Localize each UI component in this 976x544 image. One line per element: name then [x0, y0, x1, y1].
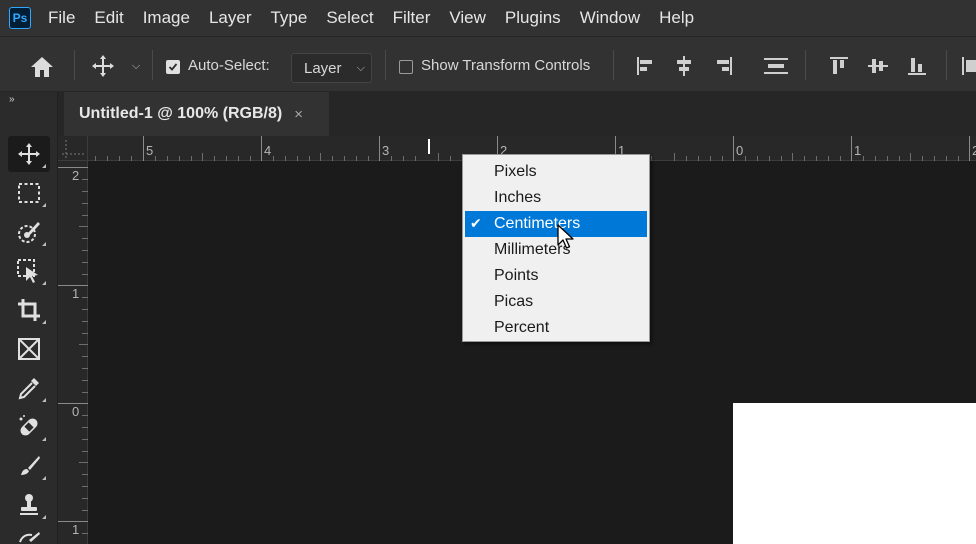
quick-selection-brush-icon [18, 222, 40, 243]
menu-item-pixels[interactable]: Pixels [465, 159, 647, 185]
align-vertical-centers-icon[interactable] [867, 54, 889, 78]
rectangular-marquee-icon [18, 183, 40, 203]
align-more-icon[interactable] [958, 54, 976, 78]
frame-tool[interactable] [8, 331, 50, 367]
ruler-label: 0 [72, 404, 80, 419]
eyedropper-tool[interactable] [8, 370, 50, 406]
clone-stamp-tool[interactable] [8, 487, 50, 523]
divider [385, 50, 386, 80]
align-right-edges-icon[interactable] [712, 54, 734, 78]
object-selection-tool[interactable] [8, 253, 50, 289]
distribute-vertical-icon[interactable] [763, 54, 789, 78]
menu-filter[interactable]: Filter [393, 8, 431, 28]
marquee-tool[interactable] [8, 175, 50, 211]
menu-bar: Ps File Edit Image Layer Type Select Fil… [0, 0, 976, 36]
divider [946, 50, 947, 80]
bandage-icon [19, 415, 38, 436]
crop-icon [18, 299, 40, 321]
divider [74, 50, 75, 80]
brush-tool[interactable] [8, 448, 50, 484]
align-top-edges-icon[interactable] [828, 54, 850, 78]
align-left-edges-icon[interactable] [635, 54, 657, 78]
mouse-pointer-icon [557, 224, 574, 249]
document-canvas[interactable] [733, 403, 976, 544]
menu-edit[interactable]: Edit [94, 8, 123, 28]
crop-tool[interactable] [8, 292, 50, 328]
menu-item-centimeters[interactable]: ✔ Centimeters [465, 211, 647, 237]
auto-select-target-dropdown[interactable]: Layer ⌵ [291, 53, 372, 83]
menu-item-inches[interactable]: Inches [465, 185, 647, 211]
move-tool[interactable] [8, 136, 50, 172]
auto-select-checkbox[interactable] [165, 59, 181, 75]
auto-select-label: Auto-Select: [188, 57, 270, 74]
close-icon[interactable]: × [294, 106, 303, 123]
chevron-down-icon: ⌵ [356, 62, 365, 74]
ruler-label: 2 [972, 143, 976, 158]
ruler-label: 1 [854, 143, 862, 158]
menu-layer[interactable]: Layer [209, 8, 252, 28]
ruler-label: 5 [146, 143, 154, 158]
move-icon [18, 143, 40, 165]
document-tab[interactable]: Untitled-1 @ 100% (RGB/8) × [64, 92, 329, 136]
checkmark-icon: ✔ [470, 215, 482, 231]
document-tab-title: Untitled-1 @ 100% (RGB/8) [79, 105, 283, 122]
tool-preset-chevron-down-icon[interactable]: ⌵ [128, 58, 144, 74]
ruler-label: 0 [736, 143, 744, 158]
move-tool-icon[interactable] [89, 52, 117, 80]
brush-icon [21, 456, 40, 475]
menu-image[interactable]: Image [143, 8, 190, 28]
checkbox-checked-icon [166, 60, 180, 74]
menu-plugins[interactable]: Plugins [505, 8, 561, 28]
show-transform-checkbox[interactable] [398, 59, 414, 75]
align-horizontal-centers-icon[interactable] [673, 54, 695, 78]
ruler-cursor-marker [428, 139, 430, 154]
object-selection-icon [17, 259, 38, 283]
divider [613, 50, 614, 80]
photoshop-logo-icon[interactable]: Ps [9, 7, 31, 29]
divider [152, 50, 153, 80]
menu-type[interactable]: Type [270, 8, 307, 28]
vertical-ruler[interactable]: 2 1 0 1 [58, 161, 88, 544]
menu-item-percent[interactable]: Percent [465, 315, 647, 341]
show-transform-label: Show Transform Controls [421, 57, 591, 74]
document-tab-bar: Untitled-1 @ 100% (RGB/8) × [58, 92, 976, 136]
menu-file[interactable]: File [48, 8, 75, 28]
dropdown-value: Layer [304, 59, 342, 77]
menu-item-picas[interactable]: Picas [465, 289, 647, 315]
ruler-origin[interactable] [58, 136, 88, 161]
frame-icon [18, 338, 40, 360]
ruler-label: 1 [72, 286, 80, 301]
healing-brush-tool[interactable] [8, 409, 50, 445]
menu-window[interactable]: Window [580, 8, 640, 28]
home-icon[interactable] [26, 52, 58, 82]
quick-selection-tool[interactable] [8, 214, 50, 250]
divider [805, 50, 806, 80]
align-bottom-edges-icon[interactable] [906, 54, 928, 78]
ruler-label: 3 [382, 143, 390, 158]
panel-collapse-icon[interactable]: » [9, 94, 14, 105]
history-brush-icon [19, 532, 40, 543]
stamp-icon [20, 494, 38, 515]
ruler-label: 1 [72, 522, 80, 537]
eyedropper-icon [18, 378, 39, 400]
menu-view[interactable]: View [449, 8, 486, 28]
history-brush-tool[interactable] [8, 526, 50, 544]
ruler-label: 4 [264, 143, 272, 158]
menu-item-points[interactable]: Points [465, 263, 647, 289]
menu-help[interactable]: Help [659, 8, 694, 28]
menu-item-millimeters[interactable]: Millimeters [465, 237, 647, 263]
menu-select[interactable]: Select [326, 8, 373, 28]
ruler-units-context-menu: Pixels Inches ✔ Centimeters Millimeters … [462, 154, 650, 342]
ruler-label: 2 [72, 168, 80, 183]
checkbox-unchecked-icon [399, 60, 413, 74]
